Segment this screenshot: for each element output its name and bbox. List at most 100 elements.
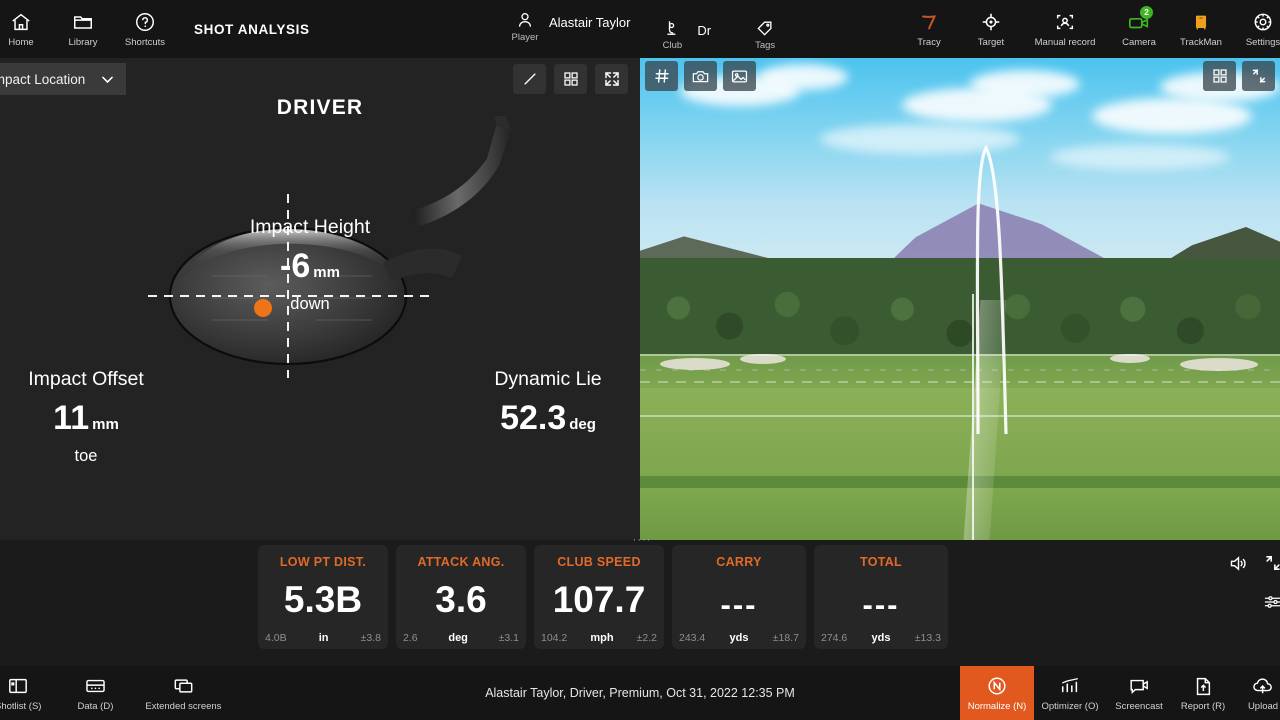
metric-unit: mph bbox=[590, 632, 614, 644]
metric-title: TOTAL bbox=[859, 555, 902, 569]
trackman-icon bbox=[1190, 10, 1212, 34]
nav-item-library[interactable]: Library bbox=[52, 0, 114, 58]
metric-footer: 4.0B in ±3.8 bbox=[258, 632, 388, 644]
panel-drag-handle[interactable]: ···· bbox=[631, 534, 653, 546]
question-circle-icon bbox=[134, 10, 156, 34]
target-icon bbox=[980, 10, 1002, 34]
dynamic-lie-value: 52.3 bbox=[500, 399, 567, 437]
dynamic-lie-label: Dynamic Lie bbox=[494, 368, 602, 390]
grid-icon bbox=[562, 70, 580, 88]
simulator-view[interactable] bbox=[640, 58, 1280, 540]
metric-deviation: ±2.2 bbox=[636, 632, 657, 644]
impact-location-panel: Impact Location bbox=[0, 58, 640, 540]
bottom-item-extended-screens[interactable]: Extended screens bbox=[136, 666, 230, 720]
metric-title: ATTACK ANG. bbox=[417, 555, 505, 569]
ball-trajectory-arc bbox=[975, 144, 1008, 434]
optimizer-icon bbox=[1059, 674, 1081, 698]
bottom-item-upload-label: Upload bbox=[1247, 701, 1279, 712]
volume-button[interactable] bbox=[1228, 553, 1249, 574]
top-right-group: Tracy Target Manual record 2 Camera Trac… bbox=[898, 0, 1280, 58]
bottom-right-group: Normalize (N) Optimizer (O) Screencast R… bbox=[960, 666, 1280, 720]
bottom-item-screencast[interactable]: Screencast bbox=[1106, 666, 1172, 720]
nav-item-home[interactable]: Home bbox=[0, 0, 52, 58]
toolbar-item-manual-record[interactable]: Manual record bbox=[1022, 0, 1108, 58]
toolbar-item-tracy[interactable]: Tracy bbox=[898, 0, 960, 58]
normalize-icon bbox=[986, 674, 1008, 698]
video-tools-right bbox=[1203, 61, 1275, 91]
club-value: Dr bbox=[697, 22, 712, 38]
toolbar-item-target[interactable]: Target bbox=[960, 0, 1022, 58]
impact-height-label: Impact Height bbox=[249, 216, 371, 238]
metric-tile[interactable]: LOW PT DIST. 5.3B 4.0B in ±3.8 bbox=[258, 545, 388, 649]
screens-icon bbox=[172, 674, 195, 698]
tracy-icon bbox=[918, 10, 940, 34]
metric-tile[interactable]: TOTAL --- 274.6 yds ±13.3 bbox=[814, 545, 948, 649]
metric-average: 104.2 bbox=[541, 632, 568, 644]
dynamic-lie-unit: deg bbox=[569, 416, 596, 433]
bottom-item-optimizer[interactable]: Optimizer (O) bbox=[1034, 666, 1106, 720]
toolbar-item-trackman[interactable]: TrackMan bbox=[1170, 0, 1232, 58]
metric-tile[interactable]: CLUB SPEED 107.7 104.2 mph ±2.2 bbox=[534, 545, 664, 649]
page-title: SHOT ANALYSIS bbox=[194, 21, 310, 37]
impact-location-dropdown[interactable]: Impact Location bbox=[0, 63, 126, 95]
metric-deviation: ±18.7 bbox=[772, 632, 799, 644]
cloud-shape bbox=[970, 70, 1080, 98]
bottom-item-report[interactable]: Report (R) bbox=[1172, 666, 1234, 720]
bottom-item-shotlist[interactable]: Shotlist (S) bbox=[0, 666, 50, 720]
metric-unit: in bbox=[318, 632, 329, 644]
metric-average: 4.0B bbox=[265, 632, 287, 644]
bottom-item-report-label: Report (R) bbox=[1180, 701, 1226, 712]
expand-button[interactable] bbox=[1263, 553, 1280, 573]
club-selector[interactable]: Club Dr bbox=[652, 8, 711, 51]
settings-sliders-button[interactable] bbox=[1263, 592, 1280, 612]
metrics-tiles-row: LOW PT DIST. 5.3B 4.0B in ±3.8 ATTACK AN… bbox=[258, 545, 948, 649]
image-tool-button[interactable] bbox=[723, 61, 756, 91]
top-center-group: Player Alastair Taylor Club Dr Tags bbox=[505, 0, 785, 58]
impact-height-value: -6 bbox=[280, 247, 311, 285]
toolbar-item-camera-label: Camera bbox=[1122, 37, 1156, 48]
bottom-item-upload[interactable]: Upload bbox=[1234, 666, 1280, 720]
snapshot-tool-button[interactable] bbox=[684, 61, 717, 91]
tags-selector[interactable]: Tags bbox=[745, 8, 785, 51]
metric-deviation: ±3.8 bbox=[360, 632, 381, 644]
tiles-tool-button[interactable] bbox=[554, 64, 587, 94]
impact-offset-direction: toe bbox=[74, 447, 98, 465]
upload-icon bbox=[1252, 674, 1274, 698]
collapse-tool-button[interactable] bbox=[1242, 61, 1275, 91]
metric-footer: 243.4 yds ±18.7 bbox=[672, 632, 806, 644]
cloud-shape bbox=[1050, 144, 1230, 170]
player-selector[interactable]: Player Alastair Taylor bbox=[505, 0, 630, 58]
metric-unit: yds bbox=[871, 632, 891, 644]
metrics-tile-bar: LOW PT DIST. 5.3B 4.0B in ±3.8 ATTACK AN… bbox=[0, 540, 948, 666]
impact-offset-label: Impact Offset bbox=[28, 368, 144, 390]
bottom-item-normalize[interactable]: Normalize (N) bbox=[960, 666, 1034, 720]
metric-value: --- bbox=[720, 587, 758, 622]
screencast-icon bbox=[1128, 674, 1150, 698]
line-tool-button[interactable] bbox=[513, 64, 546, 94]
camera-icon: 2 bbox=[1127, 6, 1153, 34]
toolbar-item-camera[interactable]: 2 Camera bbox=[1108, 0, 1170, 58]
bottom-item-data[interactable]: Data (D) bbox=[68, 666, 122, 720]
panel-tools bbox=[513, 64, 628, 94]
expand-icon bbox=[1263, 553, 1280, 573]
top-navigation-bar: Home Library Shortcuts SHOT ANALYSIS Pla… bbox=[0, 0, 1280, 58]
report-icon bbox=[1193, 674, 1213, 698]
metric-average: 2.6 bbox=[403, 632, 418, 644]
bottom-item-optimizer-label: Optimizer (O) bbox=[1041, 701, 1099, 712]
toolbar-item-settings[interactable]: Settings bbox=[1232, 0, 1280, 58]
nav-item-shortcuts[interactable]: Shortcuts bbox=[114, 0, 176, 58]
expand-icon bbox=[603, 70, 621, 88]
home-icon bbox=[10, 10, 32, 34]
club-icon: Club bbox=[652, 18, 692, 51]
toolbar-item-settings-label: Settings bbox=[1245, 37, 1280, 48]
grid-overlay-tool-button[interactable] bbox=[645, 61, 678, 91]
fullscreen-tool-button[interactable] bbox=[595, 64, 628, 94]
bottom-bar: Shotlist (S) Data (D) Ext bbox=[0, 666, 1280, 720]
metric-tile[interactable]: CARRY --- 243.4 yds ±18.7 bbox=[672, 545, 806, 649]
data-icon bbox=[84, 674, 107, 698]
video-side-rail bbox=[1210, 540, 1280, 666]
impact-offset-value-row: 11 mm bbox=[2, 399, 170, 438]
impact-offset-metric: Impact Offset 11 mm toe bbox=[2, 368, 170, 466]
layout-tool-button[interactable] bbox=[1203, 61, 1236, 91]
metric-tile[interactable]: ATTACK ANG. 3.6 2.6 deg ±3.1 bbox=[396, 545, 526, 649]
